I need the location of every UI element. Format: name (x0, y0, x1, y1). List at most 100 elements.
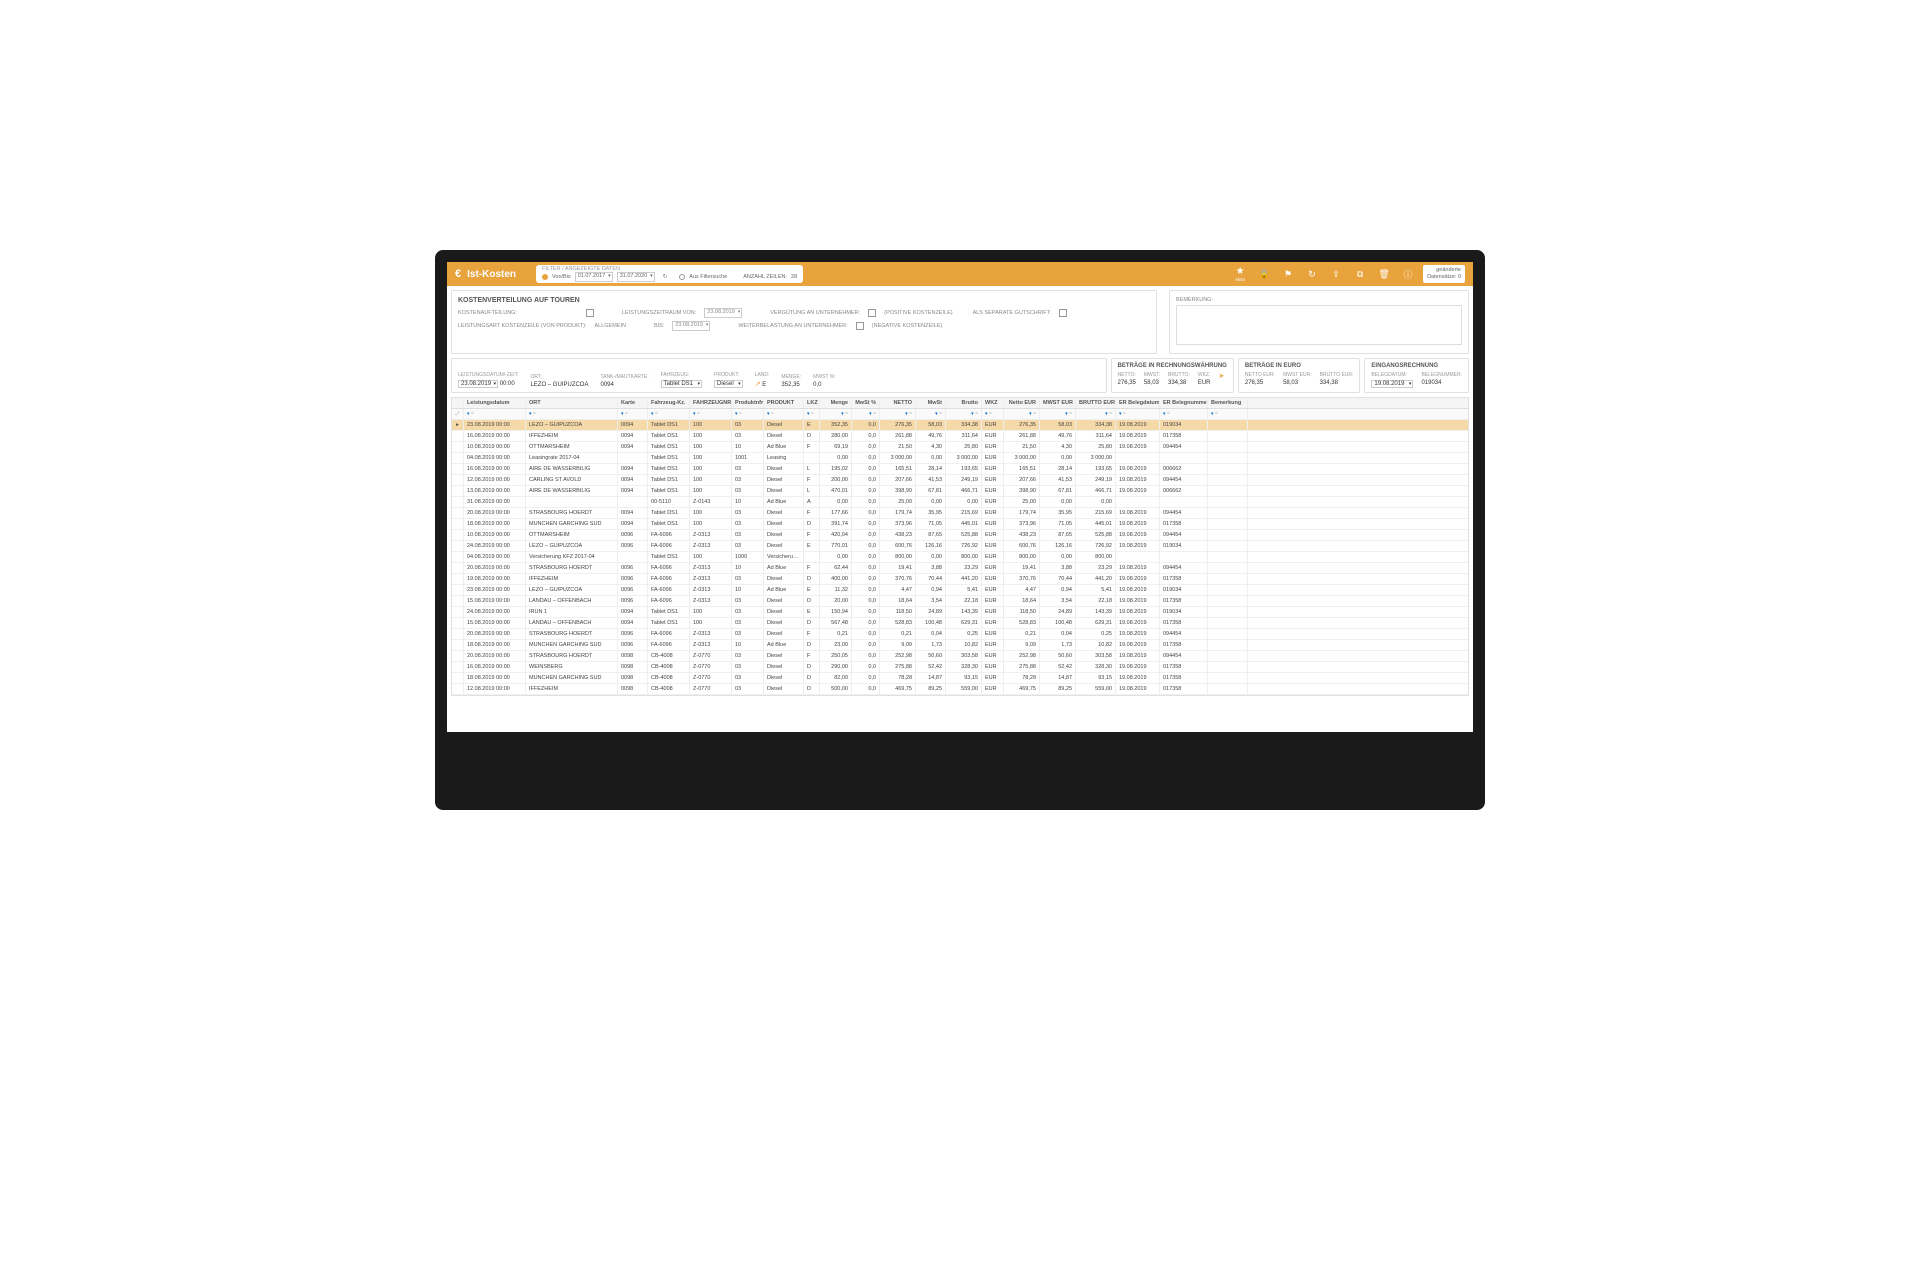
table-row[interactable]: 18.08.2019 00:00MUNCHEN GARCHING SUD0098… (452, 673, 1468, 684)
filter-icon[interactable]: ▾ (1119, 411, 1122, 417)
export-icon[interactable]: ⇪ (1329, 267, 1343, 281)
vonbis-label: Von/Bis (552, 274, 571, 280)
col-header[interactable]: ER Belegdatum (1116, 398, 1160, 408)
filter-icon[interactable]: ▾ (841, 411, 844, 417)
filter-icon[interactable]: ▾ (935, 411, 938, 417)
col-header[interactable]: Netto EUR (1004, 398, 1040, 408)
col-header[interactable]: ORT (526, 398, 618, 408)
filter-icon[interactable]: ▾ (651, 411, 654, 417)
table-row[interactable]: 15.08.2019 00:00LANDAU – OFFENBACH0096FA… (452, 596, 1468, 607)
table-row[interactable]: 16.08.2019 00:00AIRE DE WASSERBILIG0094T… (452, 464, 1468, 475)
table-row[interactable]: 04.08.2019 00:00Leasingrate 2017-04Table… (452, 453, 1468, 464)
grid-header[interactable]: LeistungsdatumORTKarteFahrzeug-Kz.FAHRZE… (452, 398, 1468, 409)
filter-icon[interactable]: ▾ (971, 411, 974, 417)
filter-icon[interactable]: ▾ (807, 411, 810, 417)
remark-panel: BEMERKUNG: (1169, 290, 1469, 354)
col-header[interactable]: MWST EUR (1040, 398, 1076, 408)
inp-leistung-von[interactable]: 23.08.2019 (704, 308, 742, 318)
col-header[interactable]: Bemerkung (1208, 398, 1248, 408)
col-header[interactable]: Brutto (946, 398, 982, 408)
chk-kostenaufteilung[interactable] (586, 309, 594, 317)
col-header[interactable]: FAHRZEUGNR (690, 398, 732, 408)
col-header[interactable] (452, 398, 464, 408)
col-header[interactable]: Fahrzeug-Kz. (648, 398, 690, 408)
val-karte: 0094 (600, 382, 648, 388)
filter-icon[interactable]: ▾ (621, 411, 624, 417)
sel-fahrzeug[interactable]: Tablet DS1 (661, 380, 702, 388)
favorite-button[interactable]: ★Aktiv (1233, 267, 1247, 281)
col-header[interactable]: BRUTTO EUR (1076, 398, 1116, 408)
table-row[interactable]: 04.08.2019 00:00Versicherung KFZ 2017-04… (452, 552, 1468, 563)
table-row[interactable]: 13.08.2019 00:00AIRE DE WASSERBILIG0094T… (452, 486, 1468, 497)
col-header[interactable]: MwSt (916, 398, 946, 408)
filter-icon[interactable]: ▾ (905, 411, 908, 417)
info-icon[interactable]: ⓘ (1401, 267, 1415, 281)
filter-icon[interactable]: ▾ (1029, 411, 1032, 417)
table-row[interactable]: 20.08.2019 00:00STRASBOURG HOERDT0098CB-… (452, 651, 1468, 662)
filter-icon[interactable]: ▾ (869, 411, 872, 417)
copy-icon[interactable]: ⧉ (1353, 267, 1367, 281)
col-header[interactable]: PRODUKT (764, 398, 804, 408)
filter-icon[interactable]: ▾ (1211, 411, 1214, 417)
grid-filter-row[interactable]: ⤢▾ =▾ =▾ =▾ =▾ =▾ =▾ =▾ =▾ =▾ =▾ =▾ =▾ =… (452, 409, 1468, 420)
table-row[interactable]: 24.08.2019 00:00LEZO – GUIPUZCOA0096FA-6… (452, 541, 1468, 552)
filter-icon[interactable]: ▾ (985, 411, 988, 417)
table-row[interactable]: 18.08.2019 00:00MUNCHEN GARCHING SUD0096… (452, 640, 1468, 651)
table-row[interactable]: 15.08.2019 00:00LANDAU – OFFENBACH0094Ta… (452, 618, 1468, 629)
sel-belegdatum[interactable]: 19.08.2019 (1371, 380, 1413, 388)
col-header[interactable]: Menge (820, 398, 852, 408)
radio-filtersuche[interactable] (679, 274, 685, 280)
col-header[interactable]: MwSt % (852, 398, 880, 408)
table-row[interactable]: 20.08.2019 00:00STRASBOURG HOERDT0094Tab… (452, 508, 1468, 519)
col-header[interactable]: ER Belegnummer (1160, 398, 1208, 408)
filter-icon[interactable]: ▾ (529, 411, 532, 417)
table-row[interactable]: 23.08.2019 00:00LEZO – GUIPUZCOA0096FA-6… (452, 585, 1468, 596)
table-row[interactable]: ▸23.08.2019 00:00LEZO – GUIPUZCOA0094Tab… (452, 420, 1468, 431)
table-row[interactable]: 10.08.2019 00:00OTTMARSHEIM0094Tablet DS… (452, 442, 1468, 453)
table-row[interactable]: 31.08.2019 00:0000-5110Z-014310Ad BlueA0… (452, 497, 1468, 508)
inp-leistung-bis[interactable]: 23.08.2019 (672, 321, 710, 331)
col-header[interactable]: Karte (618, 398, 648, 408)
expand-icon[interactable]: ⤢ (455, 411, 459, 417)
table-row[interactable]: 19.08.2019 00:00IFFEZHEIM0096FA-6096Z-03… (452, 574, 1468, 585)
euro-icon: € (455, 268, 461, 280)
delete-icon[interactable]: 🗑 (1377, 267, 1391, 281)
chk-separate[interactable] (1059, 309, 1067, 317)
filter-icon[interactable]: ▾ (767, 411, 770, 417)
filter-icon[interactable]: ▾ (693, 411, 696, 417)
table-row[interactable]: 16.08.2019 00:00IFFEZHEIM0094Tablet DS11… (452, 431, 1468, 442)
table-row[interactable]: 20.08.2019 00:00STRASBOURG HOERDT0096FA-… (452, 629, 1468, 640)
lock-icon[interactable]: 🔒 (1257, 267, 1271, 281)
table-row[interactable]: 12.08.2019 00:00CARLING ST AVOLD0094Tabl… (452, 475, 1468, 486)
table-row[interactable]: 16.08.2019 00:00WEINSBERG0098CB-4008Z-07… (452, 662, 1468, 673)
radio-vonbis[interactable] (542, 274, 548, 280)
table-row[interactable]: 24.08.2019 00:00IRUN 10094Tablet DS11000… (452, 607, 1468, 618)
filter-icon[interactable]: ▾ (1163, 411, 1166, 417)
inp-leistungsdatum[interactable]: 23.08.2019 (458, 380, 498, 388)
table-row[interactable]: 20.08.2019 00:00STRASBOURG HOERDT0096FA-… (452, 563, 1468, 574)
col-header[interactable]: Produktnfr (732, 398, 764, 408)
remark-label: BEMERKUNG: (1176, 297, 1462, 303)
filter-icon[interactable]: ▾ (1105, 411, 1108, 417)
table-row[interactable]: 12.08.2019 00:00IFFEZHEIM0098CB-4008Z-07… (452, 684, 1468, 695)
chk-verguetung[interactable] (868, 309, 876, 317)
chk-weiterbelastung[interactable] (856, 322, 864, 330)
filter-icon[interactable]: ▾ (735, 411, 738, 417)
reload-icon[interactable]: ↻ (1305, 267, 1319, 281)
arrow-icon[interactable]: ↗ (755, 381, 761, 388)
col-header[interactable]: Leistungsdatum (464, 398, 526, 408)
table-row[interactable]: 10.08.2019 00:00OTTMARSHEIM0096FA-6096Z-… (452, 530, 1468, 541)
arrow-right-icon[interactable]: ➤ (1219, 372, 1225, 386)
table-row[interactable]: 18.08.2019 00:00MUNCHEN GARCHING SUD0094… (452, 519, 1468, 530)
refresh-icon[interactable]: ↻ (663, 274, 668, 280)
col-header[interactable]: LKZ (804, 398, 820, 408)
date-to-input[interactable]: 31.07.2020 (617, 272, 655, 282)
sel-produkt[interactable]: Diesel (714, 380, 743, 388)
col-header[interactable]: WKZ (982, 398, 1004, 408)
flag-icon[interactable]: ⚑ (1281, 267, 1295, 281)
remark-textarea[interactable] (1176, 305, 1462, 345)
filter-icon[interactable]: ▾ (467, 411, 470, 417)
col-header[interactable]: NETTO (880, 398, 916, 408)
filter-icon[interactable]: ▾ (1065, 411, 1068, 417)
date-from-input[interactable]: 01.07.2017 (575, 272, 613, 282)
